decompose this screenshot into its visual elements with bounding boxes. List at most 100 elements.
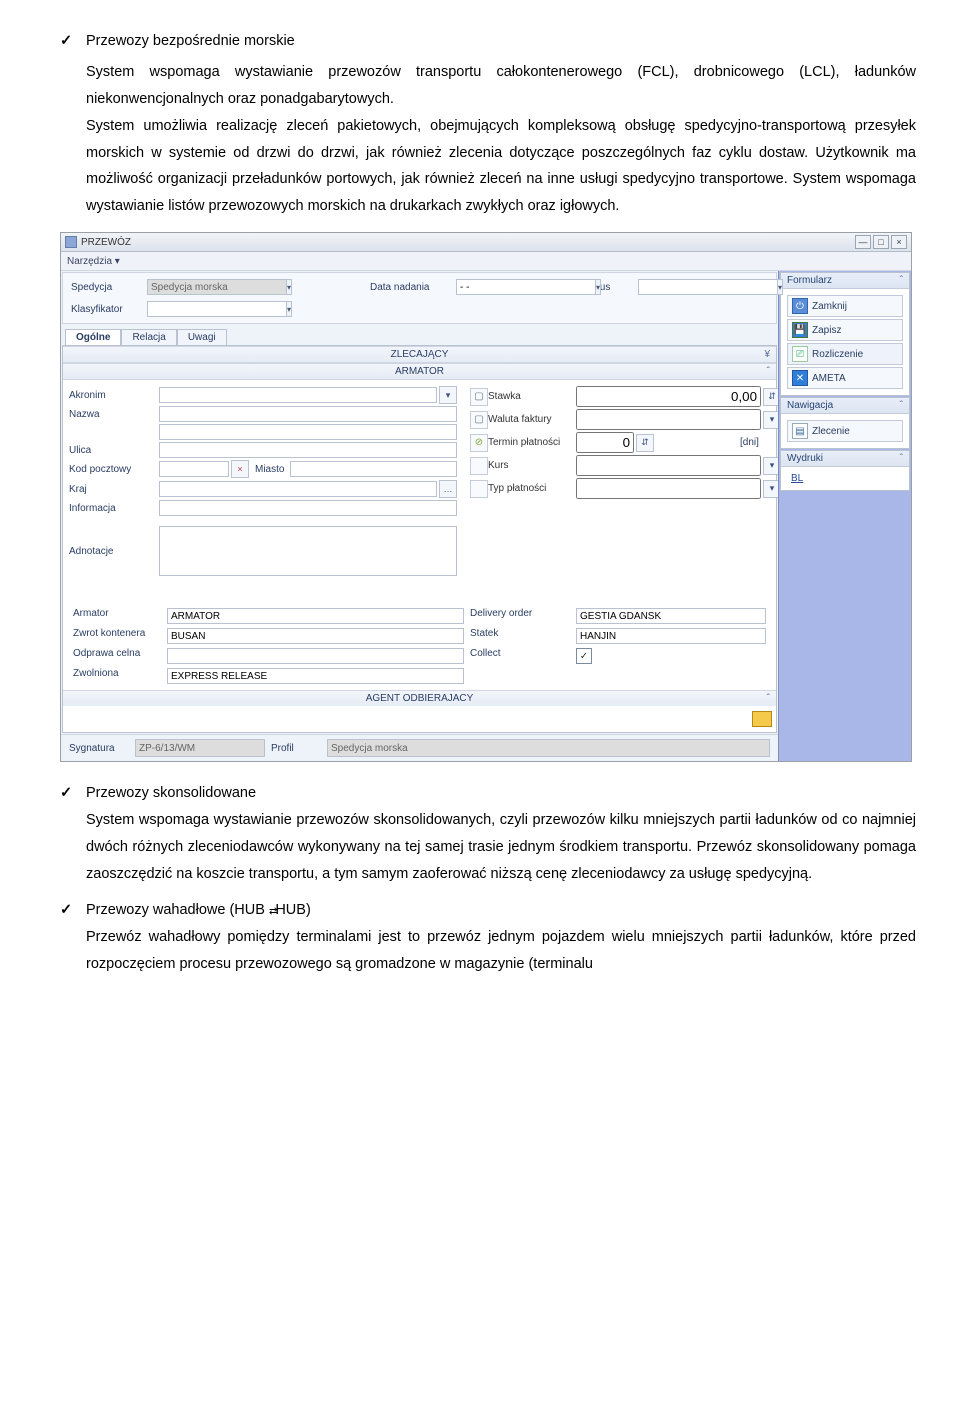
bl-link[interactable]: BL <box>787 471 903 486</box>
toolstrip: Narzędzia ▾ <box>61 252 911 271</box>
close-form-button[interactable]: ⏻Zamknij <box>787 295 903 317</box>
window-title: PRZEWÓZ <box>81 237 131 248</box>
ulica-label: Ulica <box>69 445 157 456</box>
app-window: PRZEWÓZ — □ × Narzędzia ▾ Spedycja ▾ Dat… <box>60 232 912 762</box>
typ-label: Typ płatności <box>488 483 574 494</box>
status-bar: Sygnatura Profil <box>61 734 778 761</box>
close-icon: ✕ <box>792 370 808 386</box>
dropdown-icon[interactable]: ▾ <box>439 386 457 404</box>
termin-field[interactable] <box>576 432 634 453</box>
typ-field[interactable] <box>576 478 761 499</box>
zwrot-field[interactable] <box>167 628 464 644</box>
kurs-field[interactable] <box>576 455 761 476</box>
adnotacje-field[interactable] <box>159 526 457 576</box>
section-hub: Przewozy wahadłowe (HUB ⇄HUB) Przewóz wa… <box>60 897 916 977</box>
row-icon <box>470 480 488 498</box>
form-main-area: Spedycja ▾ Data nadania ▾ Status ▾ Klasy… <box>61 271 778 761</box>
paragraph: Przewóz wahadłowy pomiędzy terminalami j… <box>86 929 916 972</box>
termin-label: Termin płatności <box>488 437 574 448</box>
zwolniona-label: Zwolniona <box>73 668 161 684</box>
spedycja-field[interactable] <box>147 279 287 295</box>
data-nadania-label: Data nadania <box>370 282 450 293</box>
section-zlecajacy[interactable]: ZLECAJĄCY¥ <box>63 346 776 363</box>
dropdown-icon[interactable]: ▾ <box>287 279 292 295</box>
section-armator[interactable]: ARMATORˆ <box>63 363 776 380</box>
note-icon[interactable] <box>752 711 772 727</box>
section-consolidated: Przewozy skonsolidowane System wspomaga … <box>60 780 916 887</box>
dropdown-icon[interactable]: ▾ <box>596 279 601 295</box>
kraj-field[interactable] <box>159 481 437 497</box>
waluta-label: Waluta faktury <box>488 414 574 425</box>
section-title: Przewozy wahadłowe (HUB ⇄HUB) <box>86 902 311 918</box>
profil-label: Profil <box>271 743 321 754</box>
armator-label: Armator <box>73 608 161 624</box>
stepper-icon[interactable]: ⇵ <box>636 434 654 452</box>
zwolniona-field[interactable] <box>167 668 464 684</box>
tabstrip: Ogólne Relacja Uwagi <box>61 325 778 345</box>
power-icon: ⏻ <box>792 298 808 314</box>
delivery-label: Delivery order <box>470 608 570 624</box>
collect-checkbox[interactable]: ✓ <box>576 648 592 664</box>
document-icon: ▤ <box>792 423 808 439</box>
paragraph: System wspomaga wystawianie przewozów sk… <box>86 812 916 882</box>
sygnatura-field <box>135 739 265 757</box>
status-field[interactable] <box>638 279 778 295</box>
akronim-field[interactable] <box>159 387 437 403</box>
rozliczenie-button[interactable]: ⎚Rozliczenie <box>787 343 903 365</box>
stawka-field[interactable] <box>576 386 761 407</box>
row-icon <box>470 457 488 475</box>
section-title: Przewozy skonsolidowane <box>86 785 256 801</box>
save-button[interactable]: 💾Zapisz <box>787 319 903 341</box>
tab-uwagi[interactable]: Uwagi <box>177 329 227 345</box>
waluta-field[interactable] <box>576 409 761 430</box>
kod-label: Kod pocztowy <box>69 464 157 475</box>
dropdown-icon[interactable]: ▾ <box>778 279 783 295</box>
klasyfikator-field[interactable] <box>147 301 287 317</box>
paragraph: System umożliwia realizację zleceń pakie… <box>60 113 916 220</box>
tools-menu[interactable]: Narzędzia ▾ <box>67 256 120 267</box>
nazwa-field-2[interactable] <box>159 424 457 440</box>
panel-formularz-head[interactable]: Formularzˆ <box>781 273 909 289</box>
stawka-label: Stawka <box>488 391 574 402</box>
app-icon <box>65 236 77 248</box>
miasto-label: Miasto <box>255 464 284 475</box>
row-icon: ▢ <box>470 411 488 429</box>
klasyfikator-label: Klasyfikator <box>71 304 141 315</box>
adnotacje-label: Adnotacje <box>69 546 157 557</box>
kod-field[interactable] <box>159 461 229 477</box>
maximize-button[interactable]: □ <box>873 235 889 249</box>
close-button[interactable]: × <box>891 235 907 249</box>
ameta-button[interactable]: ✕AMETA <box>787 367 903 389</box>
minimize-button[interactable]: — <box>855 235 871 249</box>
kraj-label: Kraj <box>69 484 157 495</box>
ulica-field[interactable] <box>159 442 457 458</box>
armator-field[interactable] <box>167 608 464 624</box>
right-sidebar: Formularzˆ ⏻Zamknij 💾Zapisz ⎚Rozliczenie… <box>778 271 911 761</box>
disallow-icon: ⊘ <box>470 434 488 452</box>
data-nadania-field[interactable] <box>456 279 596 295</box>
clear-icon[interactable]: × <box>231 460 249 478</box>
tab-relacja[interactable]: Relacja <box>121 329 176 345</box>
odprawa-label: Odprawa celna <box>73 648 161 664</box>
browse-icon[interactable]: … <box>439 480 457 498</box>
dropdown-icon[interactable]: ▾ <box>287 301 292 317</box>
paragraph: System wspomaga wystawianie przewozów tr… <box>60 59 916 113</box>
info-label: Informacja <box>69 503 157 514</box>
save-icon: 💾 <box>792 322 808 338</box>
zlecenie-link[interactable]: ▤Zlecenie <box>787 420 903 442</box>
statek-label: Statek <box>470 628 570 644</box>
miasto-field[interactable] <box>290 461 457 477</box>
nazwa-field[interactable] <box>159 406 457 422</box>
statek-field[interactable] <box>576 628 766 644</box>
panel-nawigacja-head[interactable]: Nawigacjaˆ <box>781 398 909 414</box>
zwrot-label: Zwrot kontenera <box>73 628 161 644</box>
odprawa-field[interactable] <box>167 648 464 664</box>
section-agent[interactable]: AGENT ODBIERAJACYˆ <box>63 690 776 706</box>
panel-wydruki-head[interactable]: Wydrukiˆ <box>781 451 909 467</box>
tab-content: ZLECAJĄCY¥ ARMATORˆ Akronim ▾ Nazwa Ulic… <box>62 345 777 733</box>
delivery-field[interactable] <box>576 608 766 624</box>
note-corner <box>63 709 776 732</box>
row-icon: ▢ <box>470 388 488 406</box>
info-field[interactable] <box>159 500 457 516</box>
tab-ogolne[interactable]: Ogólne <box>65 329 121 345</box>
